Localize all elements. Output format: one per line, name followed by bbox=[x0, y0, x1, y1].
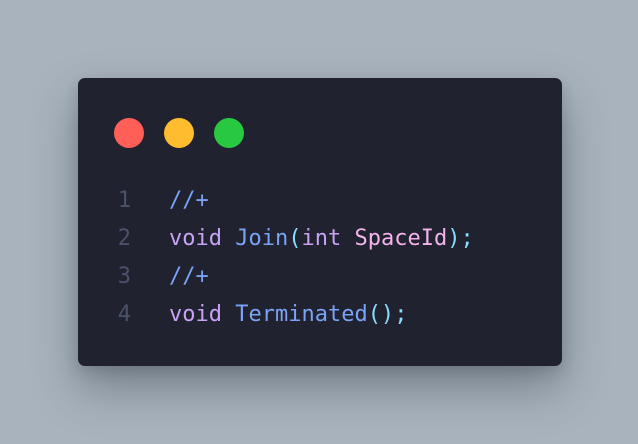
line-number: 1 bbox=[117, 187, 131, 213]
line-number: 2 bbox=[117, 225, 131, 251]
code-token-paren: ( bbox=[288, 225, 302, 251]
code-token-param: SpaceId bbox=[354, 225, 448, 251]
code-line: 3 //+ bbox=[78, 257, 562, 295]
maximize-button[interactable] bbox=[214, 118, 244, 148]
line-content: //+ bbox=[169, 264, 209, 289]
line-number: 3 bbox=[117, 263, 131, 289]
window-controls bbox=[114, 118, 244, 148]
line-number: 4 bbox=[117, 301, 131, 327]
code-window: 1 //+ 2 void Join(int SpaceId); 3 //+ 4 void Te… bbox=[78, 78, 562, 366]
code-token-type: int bbox=[301, 225, 342, 251]
code-line: 2 void Join(int SpaceId); bbox=[78, 219, 562, 257]
code-block: 1 //+ 2 void Join(int SpaceId); 3 //+ 4 void Te… bbox=[78, 181, 562, 333]
code-token-keyword: void bbox=[169, 301, 222, 327]
code-token-punct: ; bbox=[460, 225, 474, 251]
code-token-comment: //+ bbox=[169, 263, 209, 289]
code-token-punct: ; bbox=[394, 301, 408, 327]
code-token-keyword: void bbox=[169, 225, 222, 251]
code-token-function: Join bbox=[235, 225, 289, 251]
line-content: void Join(int SpaceId); bbox=[169, 226, 474, 251]
code-token-paren: () bbox=[367, 301, 395, 327]
code-token-paren: ) bbox=[447, 225, 461, 251]
close-button[interactable] bbox=[114, 118, 144, 148]
line-content: //+ bbox=[169, 188, 209, 213]
code-token-comment: //+ bbox=[169, 187, 209, 213]
line-content: void Terminated(); bbox=[169, 302, 407, 327]
code-line: 1 //+ bbox=[78, 181, 562, 219]
code-line: 4 void Terminated(); bbox=[78, 295, 562, 333]
code-token-function: Terminated bbox=[235, 301, 368, 327]
minimize-button[interactable] bbox=[164, 118, 194, 148]
